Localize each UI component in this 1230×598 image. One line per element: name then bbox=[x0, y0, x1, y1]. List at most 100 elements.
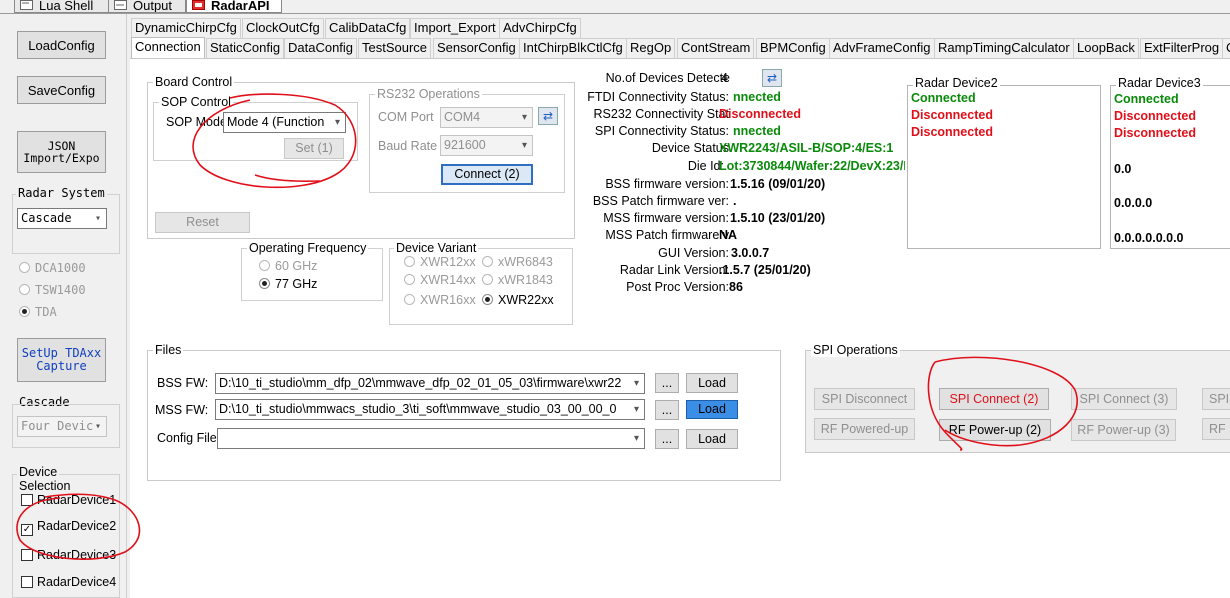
checkbox-icon bbox=[21, 549, 33, 561]
tab-calibdatacfg[interactable]: CalibDataCfg bbox=[325, 18, 411, 38]
radar-device3-line-3: Disconnected bbox=[1114, 126, 1196, 140]
setup-tda-capture-button[interactable]: SetUp TDAxx Capture bbox=[17, 338, 106, 382]
baud-rate-label: Baud Rate bbox=[378, 139, 438, 153]
radio-icon bbox=[482, 294, 493, 305]
num-devices-value: 4 bbox=[721, 71, 728, 85]
com-port-label: COM Port bbox=[378, 110, 434, 124]
device-checkbox-radardevice3[interactable]: RadarDevice3 bbox=[21, 548, 116, 562]
device-label: RadarDevice2 bbox=[37, 519, 117, 533]
doc-tab-lua-shell[interactable]: Lua Shell bbox=[14, 0, 116, 13]
sop-mode-select[interactable]: Mode 4 (Function ▾ bbox=[223, 112, 346, 133]
variant-xwr6843[interactable]: xWR6843 bbox=[482, 255, 553, 269]
capture-option-label: TSW1400 bbox=[35, 283, 86, 297]
variant-label: xWR6843 bbox=[498, 255, 553, 269]
mss-fw-path-select[interactable]: D:\10_ti_studio\mmwacs_studio_3\ti_soft\… bbox=[215, 399, 645, 420]
tab-bpmconfig[interactable]: BPMConfig bbox=[756, 38, 830, 58]
variant-xwr14xx[interactable]: XWR14xx bbox=[404, 273, 476, 287]
tab-ramptimingcalculator[interactable]: RampTimingCalculator bbox=[934, 38, 1074, 58]
freq-option-77ghz[interactable]: 77 GHz bbox=[259, 277, 317, 291]
rf-power-up-2-button[interactable]: RF Power-up (2) bbox=[939, 419, 1051, 441]
tab-dataconfig[interactable]: DataConfig bbox=[284, 38, 358, 58]
tab-regop[interactable]: RegOp bbox=[626, 38, 676, 58]
tab-staticconfig[interactable]: StaticConfig bbox=[206, 38, 285, 58]
radio-icon bbox=[19, 262, 30, 273]
refresh-devices-icon[interactable]: ⇄ bbox=[762, 69, 782, 87]
tab-extfilterprog[interactable]: ExtFilterProg bbox=[1140, 38, 1224, 58]
radar-device3-line-2: Disconnected bbox=[1114, 109, 1196, 123]
mss-fw-path: D:\10_ti_studio\mmwacs_studio_3\ti_soft\… bbox=[219, 402, 617, 416]
variant-label: XWR22xx bbox=[498, 293, 554, 307]
mss-fw-browse-button[interactable]: ... bbox=[655, 400, 679, 420]
baud-rate-select[interactable]: 921600 ▾ bbox=[440, 135, 533, 156]
rf-power-up-3-button[interactable]: RF Power-up (3) bbox=[1071, 419, 1176, 441]
tab-testsource[interactable]: TestSource bbox=[358, 38, 432, 58]
bss-fw-load-button[interactable]: Load bbox=[686, 373, 738, 393]
cascade-select[interactable]: Four Devic ▾ bbox=[17, 416, 107, 437]
radar-device3-value-2: 0.0.0.0 bbox=[1114, 196, 1153, 210]
rf-power-up-4-button[interactable]: RF bbox=[1202, 418, 1230, 440]
tab-advchirpcfg[interactable]: AdvChirpCfg bbox=[499, 18, 581, 38]
tab-clockoutcfg[interactable]: ClockOutCfg bbox=[242, 18, 324, 38]
save-config-button[interactable]: SaveConfig bbox=[17, 76, 106, 104]
radar-link-value: .1.5.7 (25/01/20) bbox=[719, 263, 811, 277]
operating-frequency-title: Operating Frequency bbox=[247, 241, 369, 255]
tab-connection[interactable]: Connection bbox=[131, 37, 205, 59]
chevron-down-icon: ▾ bbox=[521, 140, 527, 151]
doc-tab-output[interactable]: Output bbox=[108, 0, 186, 13]
variant-xwr22xx[interactable]: XWR22xx bbox=[482, 293, 554, 307]
json-import-export-button[interactable]: JSON Import/Expo bbox=[17, 131, 106, 173]
mss-patch-label: MSS Patch firmware v bbox=[605, 228, 729, 242]
mss-fw-load-button[interactable]: Load bbox=[686, 400, 738, 419]
num-devices-label: No.of Devices Detecte bbox=[605, 71, 730, 85]
config-file-browse-button[interactable]: ... bbox=[655, 429, 679, 449]
radio-icon bbox=[404, 274, 415, 285]
tab-advframeconfig[interactable]: AdvFrameConfig bbox=[829, 38, 935, 58]
load-config-button[interactable]: LoadConfig bbox=[17, 31, 106, 59]
bss-fw-browse-button[interactable]: ... bbox=[655, 373, 679, 393]
radar-device3-value-3: 0.0.0.0.0.0.0 bbox=[1114, 231, 1184, 245]
mss-fw-label: MSS firmware version: bbox=[603, 211, 729, 225]
tab-dynamicchirpcfg[interactable]: DynamicChirpCfg bbox=[131, 18, 241, 38]
chevron-down-icon: ▾ bbox=[94, 213, 101, 224]
device-selection-label-line2: Selection bbox=[17, 479, 73, 493]
baud-rate-value: 921600 bbox=[444, 138, 486, 152]
device-checkbox-radardevice2[interactable]: ✓ RadarDevice2 bbox=[21, 519, 116, 536]
spi-connect-4-button[interactable]: SPI bbox=[1202, 388, 1230, 410]
files-title: Files bbox=[153, 343, 184, 357]
tab-contstream[interactable]: ContStream bbox=[677, 38, 755, 58]
variant-xwr1843[interactable]: xWR1843 bbox=[482, 273, 553, 287]
spi-connect-2-button[interactable]: SPI Connect (2) bbox=[939, 388, 1049, 410]
com-port-select[interactable]: COM4 ▾ bbox=[440, 107, 533, 128]
rf-powered-up-button[interactable]: RF Powered-up bbox=[814, 418, 915, 440]
freq-option-label: 60 GHz bbox=[275, 259, 318, 273]
capture-option-dca1000[interactable]: DCA1000 bbox=[19, 261, 86, 275]
tab-import-export[interactable]: Import_Export bbox=[410, 18, 500, 38]
config-file-select[interactable]: ▾ bbox=[217, 428, 645, 449]
variant-xwr12xx[interactable]: XWR12xx bbox=[404, 255, 476, 269]
capture-option-tda[interactable]: TDA bbox=[19, 305, 57, 319]
chevron-down-icon: ▾ bbox=[633, 374, 639, 393]
doc-tab-radarapi[interactable]: RadarAPI bbox=[186, 0, 282, 13]
tab-loopback[interactable]: LoopBack bbox=[1073, 38, 1139, 58]
rs232-status-value: Disconnected bbox=[719, 107, 801, 121]
tab-more[interactable]: C bbox=[1222, 38, 1230, 58]
capture-option-tsw1400[interactable]: TSW1400 bbox=[19, 283, 86, 297]
set-sop-button[interactable]: Set (1) bbox=[284, 138, 344, 159]
bss-patch-value: . bbox=[733, 194, 737, 208]
spi-connect-3-button[interactable]: SPI Connect (3) bbox=[1071, 388, 1177, 410]
refresh-com-icon[interactable]: ⇄ bbox=[538, 107, 558, 125]
device-checkbox-radardevice1[interactable]: RadarDevice1 bbox=[21, 493, 116, 507]
freq-option-60ghz[interactable]: 60 GHz bbox=[259, 259, 317, 273]
spi-disconnect-button[interactable]: SPI Disconnect bbox=[814, 388, 915, 410]
tab-intchirpblkctlcfg[interactable]: IntChirpBlkCtlCfg bbox=[519, 38, 627, 58]
config-file-load-button[interactable]: Load bbox=[686, 429, 738, 449]
device-checkbox-radardevice4[interactable]: RadarDevice4 bbox=[21, 575, 116, 589]
radio-icon bbox=[482, 256, 493, 267]
bss-fw-path-select[interactable]: D:\10_ti_studio\mm_dfp_02\mmwave_dfp_02_… bbox=[215, 373, 645, 394]
rs232-connect-button[interactable]: Connect (2) bbox=[441, 164, 533, 185]
tab-sensorconfig[interactable]: SensorConfig bbox=[433, 38, 520, 58]
variant-xwr16xx[interactable]: XWR16xx bbox=[404, 293, 476, 307]
radar-system-select[interactable]: Cascade ▾ bbox=[17, 208, 107, 229]
capture-option-label: DCA1000 bbox=[35, 261, 86, 275]
reset-button[interactable]: Reset bbox=[155, 212, 250, 233]
